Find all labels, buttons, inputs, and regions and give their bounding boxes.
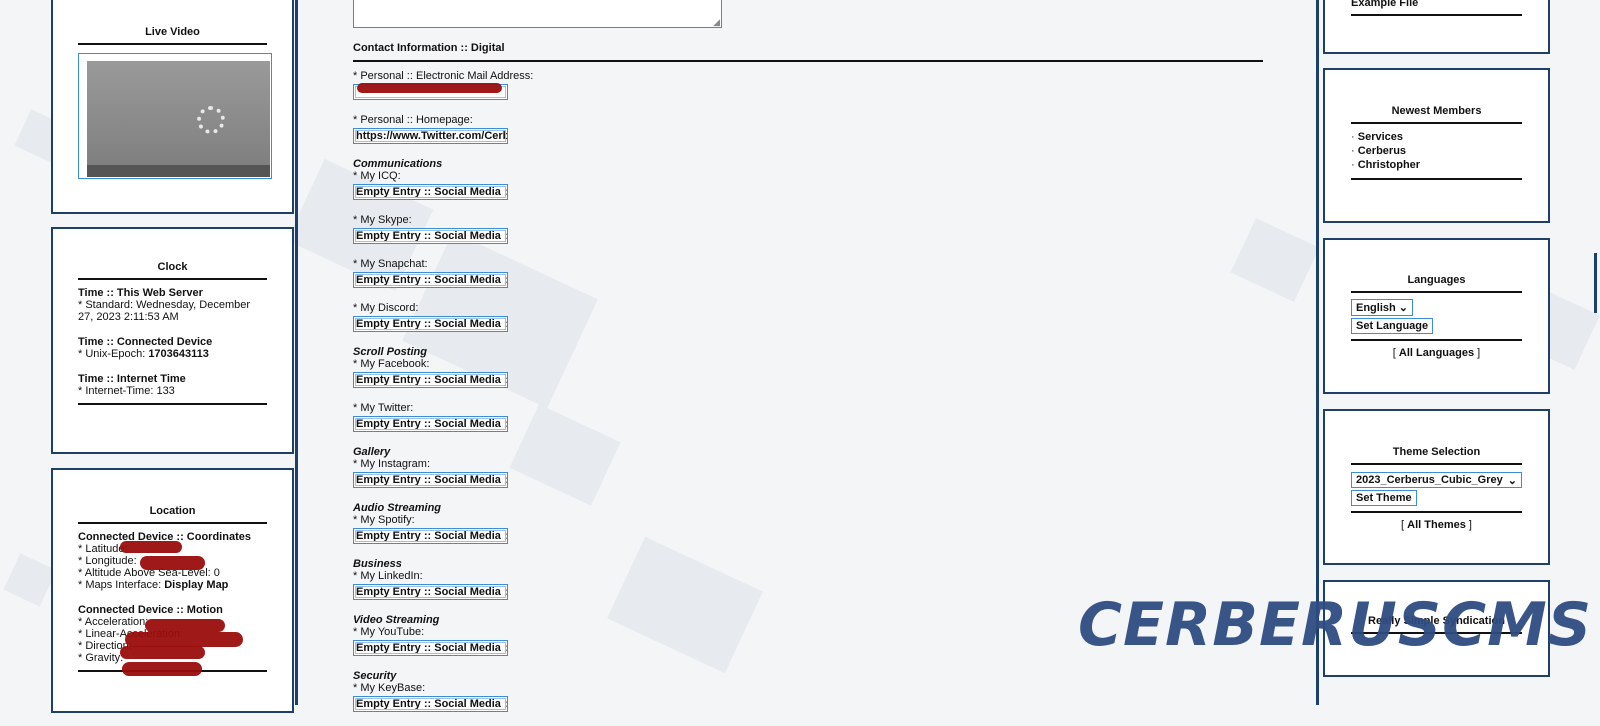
- example-file-link[interactable]: Example File: [1351, 0, 1522, 16]
- main-column-left-border: [295, 0, 298, 705]
- video-frame: [87, 61, 270, 177]
- social-media-field[interactable]: Empty Entry :: Social Media :: [353, 316, 508, 332]
- redaction-mark: [122, 662, 202, 676]
- member-link[interactable]: Christopher: [1358, 159, 1420, 171]
- social-media-field[interactable]: Empty Entry :: Social Media :: [353, 228, 508, 244]
- location-panel: Location Connected Device :: Coordinates…: [51, 468, 294, 713]
- all-languages-link[interactable]: All Languages: [1399, 347, 1474, 359]
- social-media-field[interactable]: Empty Entry :: Social Media :: [353, 696, 508, 712]
- languages-divider: [1351, 339, 1522, 341]
- homepage-label: * Personal :: Homepage:: [353, 114, 473, 126]
- social-field-label: * My ICQ:: [353, 170, 401, 182]
- chevron-down-icon: ⌄: [1507, 475, 1517, 487]
- internet-time-block: Time :: Internet Time * Internet-Time: 1…: [78, 373, 267, 397]
- social-media-field[interactable]: Empty Entry :: Social Media :: [353, 640, 508, 656]
- social-media-field[interactable]: Empty Entry :: Social Media :: [353, 184, 508, 200]
- server-time-value: * Standard: Wednesday, December 27, 2023…: [78, 299, 251, 323]
- category-heading: Business: [353, 558, 402, 570]
- set-language-button[interactable]: Set Language: [1351, 318, 1434, 334]
- redaction-mark: [145, 619, 225, 632]
- device-time-heading: Time :: Connected Device: [78, 336, 213, 348]
- display-map-link[interactable]: Display Map: [164, 579, 228, 591]
- bullet-icon: ·: [1351, 159, 1358, 171]
- social-field-label: * My Snapchat:: [353, 258, 428, 270]
- social-media-field[interactable]: Empty Entry :: Social Media :: [353, 272, 508, 288]
- language-select[interactable]: English ⌄: [1351, 299, 1414, 316]
- theme-selection-title: Theme Selection: [1351, 446, 1522, 465]
- contact-heading: Contact Information :: Digital: [353, 42, 1263, 62]
- member-link[interactable]: Services: [1358, 131, 1403, 143]
- resize-handle-icon[interactable]: ◢: [713, 18, 720, 27]
- live-video-panel: Live Video: [51, 0, 294, 214]
- all-languages-close: ]: [1474, 347, 1481, 359]
- themes-divider: [1351, 511, 1522, 513]
- member-list-item: · Christopher: [1351, 159, 1522, 171]
- bullet-icon: ·: [1351, 145, 1358, 157]
- clock-title: Clock: [78, 261, 267, 280]
- social-media-field[interactable]: Empty Entry :: Social Media :: [353, 528, 508, 544]
- location-title: Location: [78, 505, 267, 524]
- members-list: · Services · Cerberus · Christopher: [1351, 131, 1522, 180]
- social-media-field[interactable]: Empty Entry :: Social Media :: [353, 416, 508, 432]
- redaction-mark: [125, 632, 243, 647]
- set-theme-button[interactable]: Set Theme: [1351, 490, 1417, 506]
- social-field-label: * My Discord:: [353, 302, 419, 314]
- social-media-field[interactable]: Empty Entry :: Social Media :: [353, 372, 508, 388]
- email-label: * Personal :: Electronic Mail Address:: [353, 70, 534, 82]
- text-area[interactable]: ◢: [353, 0, 722, 28]
- all-themes-link[interactable]: All Themes: [1407, 519, 1466, 531]
- social-field-label: * My Twitter:: [353, 402, 414, 414]
- clock-divider: [78, 403, 267, 405]
- social-field-label: * My Instagram:: [353, 458, 431, 470]
- redaction-mark: [120, 541, 182, 553]
- theme-select-value: 2023_Cerberus_Cubic_Grey: [1356, 474, 1503, 486]
- social-media-field[interactable]: Empty Entry :: Social Media :: [353, 472, 508, 488]
- category-heading: Communications: [353, 158, 443, 170]
- server-time-block: Time :: This Web Server * Standard: Wedn…: [78, 287, 267, 323]
- scrollbar-thumb[interactable]: [1594, 253, 1597, 313]
- clock-panel: Clock Time :: This Web Server * Standard…: [51, 227, 294, 454]
- category-heading: Scroll Posting: [353, 346, 427, 358]
- category-heading: Gallery: [353, 446, 391, 458]
- member-list-item: · Cerberus: [1351, 145, 1522, 157]
- cerberuscms-watermark-logo: CERBERUSCMS 4: [1078, 590, 1600, 660]
- server-time-heading: Time :: This Web Server: [78, 287, 203, 299]
- member-link[interactable]: Cerberus: [1358, 145, 1406, 157]
- files-panel: Example File: [1323, 0, 1550, 54]
- all-themes-close: ]: [1465, 519, 1472, 531]
- category-heading: Security: [353, 670, 397, 682]
- social-field-label: * My KeyBase:: [353, 682, 426, 694]
- languages-panel: Languages English ⌄ Set Language [ All L…: [1323, 238, 1550, 394]
- bullet-icon: ·: [1351, 131, 1358, 143]
- redaction-mark: [140, 556, 205, 570]
- internet-time-heading: Time :: Internet Time: [78, 373, 186, 385]
- theme-select[interactable]: 2023_Cerberus_Cubic_Grey ⌄: [1351, 472, 1522, 488]
- languages-title: Languages: [1351, 274, 1522, 293]
- video-control-bar[interactable]: [87, 165, 270, 177]
- social-field-label: * My Spotify:: [353, 514, 415, 526]
- unix-epoch-label: * Unix-Epoch:: [78, 348, 149, 360]
- social-media-field[interactable]: Empty Entry :: Social Media :: [353, 584, 508, 600]
- member-list-item: · Services: [1351, 131, 1522, 143]
- motion-heading: Connected Device :: Motion: [78, 604, 223, 616]
- social-field-label: * My Facebook:: [353, 358, 430, 370]
- newest-members-title: Newest Members: [1351, 105, 1522, 124]
- loading-spinner-icon: [197, 106, 225, 134]
- device-time-block: Time :: Connected Device * Unix-Epoch: 1…: [78, 336, 267, 360]
- theme-selection-panel: Theme Selection 2023_Cerberus_Cubic_Grey…: [1323, 409, 1550, 565]
- live-video-title: Live Video: [78, 26, 267, 45]
- video-player[interactable]: [78, 53, 272, 179]
- social-field-label: * My Skype:: [353, 214, 412, 226]
- category-heading: Audio Streaming: [353, 502, 442, 514]
- newest-members-panel: Newest Members · Services · Cerberus · Chr…: [1323, 68, 1550, 223]
- unix-epoch-value: 1703643113: [148, 348, 209, 360]
- internet-time-value: * Internet-Time: 133: [78, 385, 175, 397]
- redaction-mark: [357, 83, 502, 93]
- social-field-label: * My LinkedIn:: [353, 570, 423, 582]
- maps-label: * Maps Interface:: [78, 579, 165, 591]
- homepage-field[interactable]: https://www.Twitter.com/Cerb: [353, 128, 508, 144]
- language-select-value: English: [1356, 302, 1396, 314]
- chevron-down-icon: ⌄: [1398, 302, 1409, 314]
- redaction-mark: [120, 646, 205, 659]
